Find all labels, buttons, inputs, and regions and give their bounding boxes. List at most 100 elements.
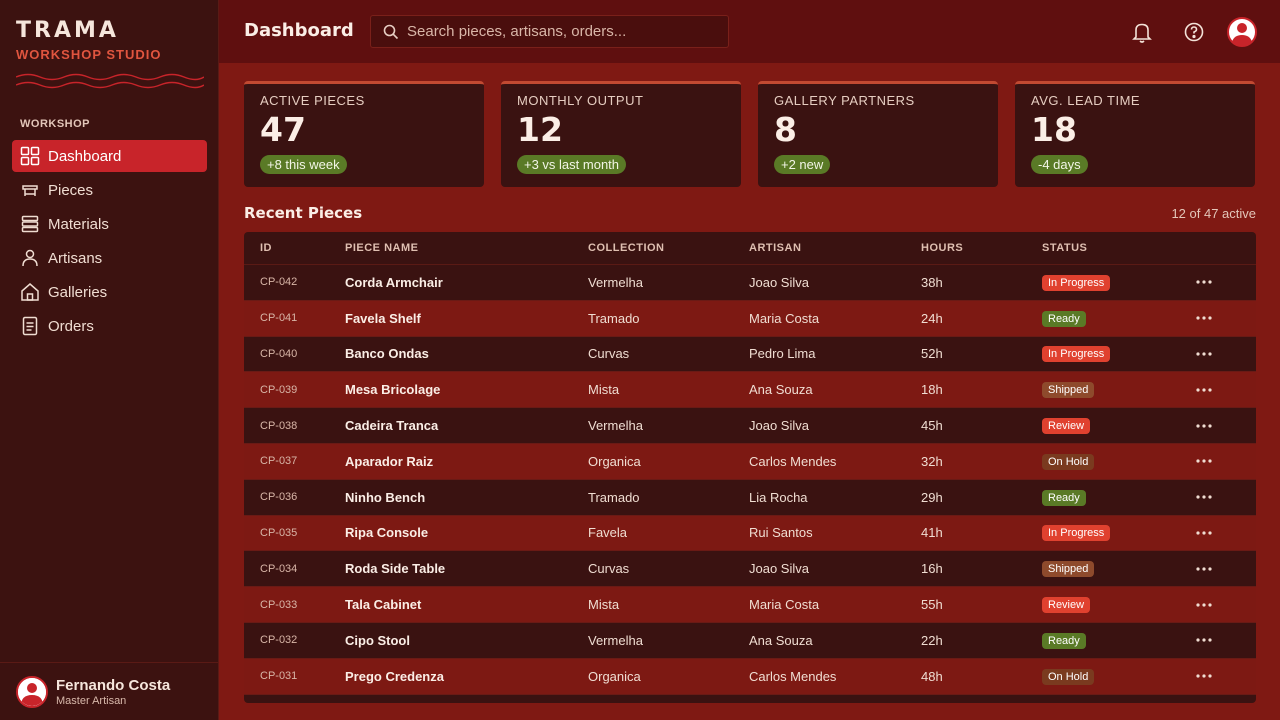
column-header-status[interactable]: STATUS [1042, 242, 1172, 254]
brand-subtitle: WORKSHOP STUDIO [16, 47, 162, 62]
cell-actions [1172, 385, 1236, 395]
cell-id: CP-036 [260, 491, 298, 504]
table-row[interactable]: CP-033 Tala Cabinet Mista Maria Costa 55h Rev… [244, 587, 1256, 623]
column-header-id[interactable]: ID [244, 242, 345, 254]
cell-status: Shipped [1042, 560, 1172, 578]
cell-actions [1172, 277, 1236, 287]
cell-actions [1172, 349, 1236, 359]
more-options-icon[interactable] [1194, 456, 1214, 466]
stat-label: MONTHLY OUTPUT [517, 93, 644, 108]
more-options-icon[interactable] [1194, 671, 1214, 681]
profile-avatar-icon[interactable] [1227, 17, 1257, 47]
search-input[interactable] [407, 23, 727, 40]
column-header-collection[interactable]: COLLECTION [588, 242, 749, 254]
table-row[interactable]: CP-034 Roda Side Table Curvas Joao Silva 16h… [244, 551, 1256, 588]
cell-collection: Organica [588, 453, 641, 469]
cell-id: CP-037 [260, 455, 298, 468]
stat-card-active-pieces[interactable]: ACTIVE PIECES 47 +8 this week [244, 81, 484, 187]
cell-hours: 24h [921, 310, 943, 326]
cell-hours: 22h [921, 632, 943, 648]
sidebar-item-orders[interactable]: Orders [12, 310, 207, 342]
user-role: Master Artisan [56, 694, 127, 707]
column-header-artisan[interactable]: ARTISAN [749, 242, 921, 254]
cell-piece-name: Banco Ondas [345, 346, 429, 362]
table-row[interactable]: CP-036 Ninho Bench Tramado Lia Rocha 29h Read… [244, 479, 1256, 516]
help-icon[interactable] [1181, 19, 1207, 45]
cell-hours: 41h [921, 525, 943, 541]
stat-value: 18 [1031, 110, 1077, 149]
cell-piece-name: Prego Credenza [345, 668, 444, 684]
table-row[interactable]: CP-040 Banco Ondas Curvas Pedro Lima 52h In P… [244, 336, 1256, 373]
cell-status: In Progress [1042, 345, 1172, 363]
cell-status: Ready [1042, 489, 1172, 506]
stat-card-avg-lead-time[interactable]: AVG. LEAD TIME 18 -4 days [1015, 81, 1255, 187]
cell-collection: Tramado [588, 310, 640, 326]
cell-actions [1172, 456, 1236, 466]
brand[interactable]: TRAMA WORKSHOP STUDIO [16, 18, 162, 62]
cell-artisan: Carlos Mendes [749, 453, 837, 469]
cell-status: Ready [1042, 310, 1172, 327]
search-box[interactable] [370, 15, 729, 48]
stat-value: 8 [774, 110, 797, 149]
stat-card-gallery-partners[interactable]: GALLERY PARTNERS 8 +2 new [758, 81, 998, 187]
table-row[interactable]: CP-041 Favela Shelf Tramado Maria Costa 24h R… [244, 300, 1256, 337]
table-row[interactable]: CP-039 Mesa Bricolage Mista Ana Souza 18h Shi… [244, 372, 1256, 409]
cell-artisan: Rui Santos [749, 525, 813, 541]
cell-artisan: Maria Costa [749, 310, 820, 326]
more-options-icon[interactable] [1194, 492, 1214, 502]
more-options-icon[interactable] [1194, 635, 1214, 645]
cell-collection: Curvas [588, 346, 630, 362]
cell-hours: 16h [921, 561, 943, 577]
more-options-icon[interactable] [1194, 385, 1214, 395]
cell-hours: 45h [921, 418, 943, 434]
decorative-wave-icon [16, 73, 204, 89]
cell-hours: 18h [921, 382, 943, 398]
cell-id: CP-038 [260, 419, 298, 432]
sidebar-item-pieces[interactable]: Pieces [12, 174, 207, 206]
more-options-icon[interactable] [1194, 313, 1214, 323]
stat-card-monthly-output[interactable]: MONTHLY OUTPUT 12 +3 vs last month [501, 81, 741, 187]
cell-piece-name: Ripa Console [345, 525, 429, 541]
table-row[interactable]: CP-037 Aparador Raiz Organica Carlos Mendes… [244, 443, 1256, 480]
cell-piece-name: Roda Side Table [345, 561, 446, 577]
cell-piece-name: Ninho Bench [345, 489, 426, 505]
more-options-icon[interactable] [1194, 528, 1214, 538]
document-icon [22, 316, 38, 336]
status-badge: In Progress [1042, 274, 1111, 291]
more-options-icon[interactable] [1194, 349, 1214, 359]
sidebar-item-materials[interactable]: Materials [12, 208, 207, 240]
column-header-piece-name[interactable]: PIECE NAME [345, 242, 588, 254]
cell-id: CP-039 [260, 383, 298, 396]
cell-artisan: Joao Silva [749, 561, 809, 577]
cell-hours: 55h [921, 597, 943, 613]
cell-collection: Mista [588, 597, 620, 613]
sidebar-item-label: Materials [48, 215, 109, 233]
table-row[interactable]: CP-032 Cipo Stool Vermelha Ana Souza 22h Read… [244, 622, 1256, 659]
stat-badge: -4 days [1031, 155, 1088, 174]
bell-icon[interactable] [1129, 19, 1155, 45]
sidebar-item-dashboard[interactable]: Dashboard [12, 140, 207, 172]
grid-icon [20, 146, 40, 166]
sidebar-item-galleries[interactable]: Galleries [12, 276, 207, 308]
table-row[interactable]: CP-031 Prego Credenza Organica Carlos Mende… [244, 658, 1256, 695]
more-options-icon[interactable] [1194, 277, 1214, 287]
cell-piece-name: Tala Cabinet [345, 597, 422, 613]
table-row[interactable]: CP-042 Corda Armchair Vermelha Joao Silva 38… [244, 265, 1256, 301]
pieces-table: ID PIECE NAME COLLECTION ARTISAN HOURS S… [244, 232, 1256, 703]
stat-value: 47 [260, 110, 306, 149]
cell-status: Shipped [1042, 381, 1172, 399]
cell-piece-name: Cipo Stool [345, 632, 410, 648]
cell-id: CP-034 [260, 562, 298, 575]
table-row[interactable]: CP-035 Ripa Console Favela Rui Santos 41h In … [244, 515, 1256, 552]
user-profile[interactable]: Fernando Costa Master Artisan [0, 662, 219, 720]
more-options-icon[interactable] [1194, 600, 1214, 610]
sidebar-item-label: Dashboard [48, 147, 122, 165]
sidebar-item-artisans[interactable]: Artisans [12, 242, 207, 274]
more-options-icon[interactable] [1194, 421, 1214, 431]
column-header-hours[interactable]: HOURS [921, 242, 1042, 254]
more-options-icon[interactable] [1194, 564, 1214, 574]
cell-status: On Hold [1042, 453, 1172, 470]
cell-piece-name: Favela Shelf [345, 310, 421, 326]
cell-collection: Tramado [588, 489, 640, 505]
table-row[interactable]: CP-038 Cadeira Tranca Vermelha Joao Silva 45… [244, 408, 1256, 444]
